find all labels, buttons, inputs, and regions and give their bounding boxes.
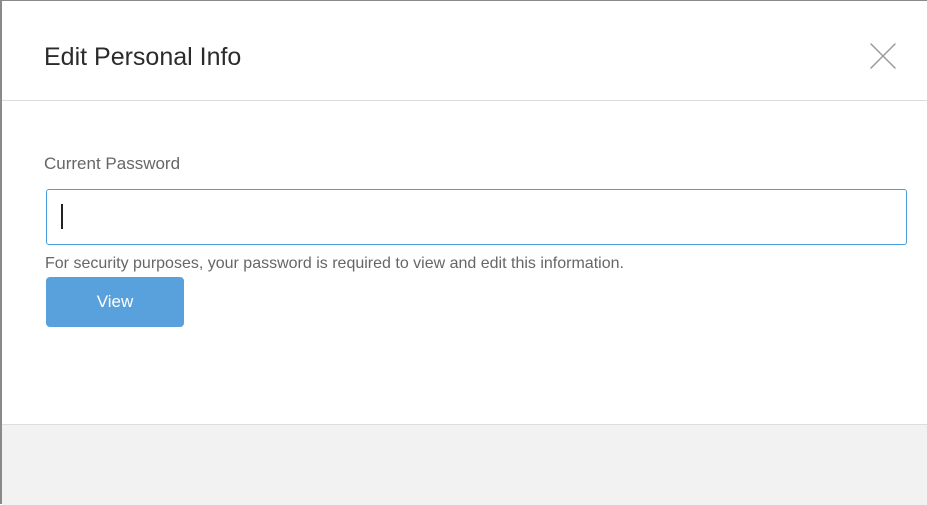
current-password-label: Current Password xyxy=(44,154,181,173)
security-help-text: For security purposes, your password is … xyxy=(45,255,624,272)
edit-personal-info-modal: Edit Personal Info Current Password For … xyxy=(0,0,927,505)
text-cursor xyxy=(61,204,63,229)
close-button[interactable] xyxy=(869,42,897,70)
view-button[interactable]: View xyxy=(46,277,184,327)
current-password-input[interactable] xyxy=(46,189,907,245)
modal-title: Edit Personal Info xyxy=(44,43,242,71)
modal-footer xyxy=(2,424,927,505)
modal-header: Edit Personal Info xyxy=(2,1,927,101)
modal-body: Current Password For security purposes, … xyxy=(2,102,927,424)
close-icon xyxy=(869,42,897,70)
